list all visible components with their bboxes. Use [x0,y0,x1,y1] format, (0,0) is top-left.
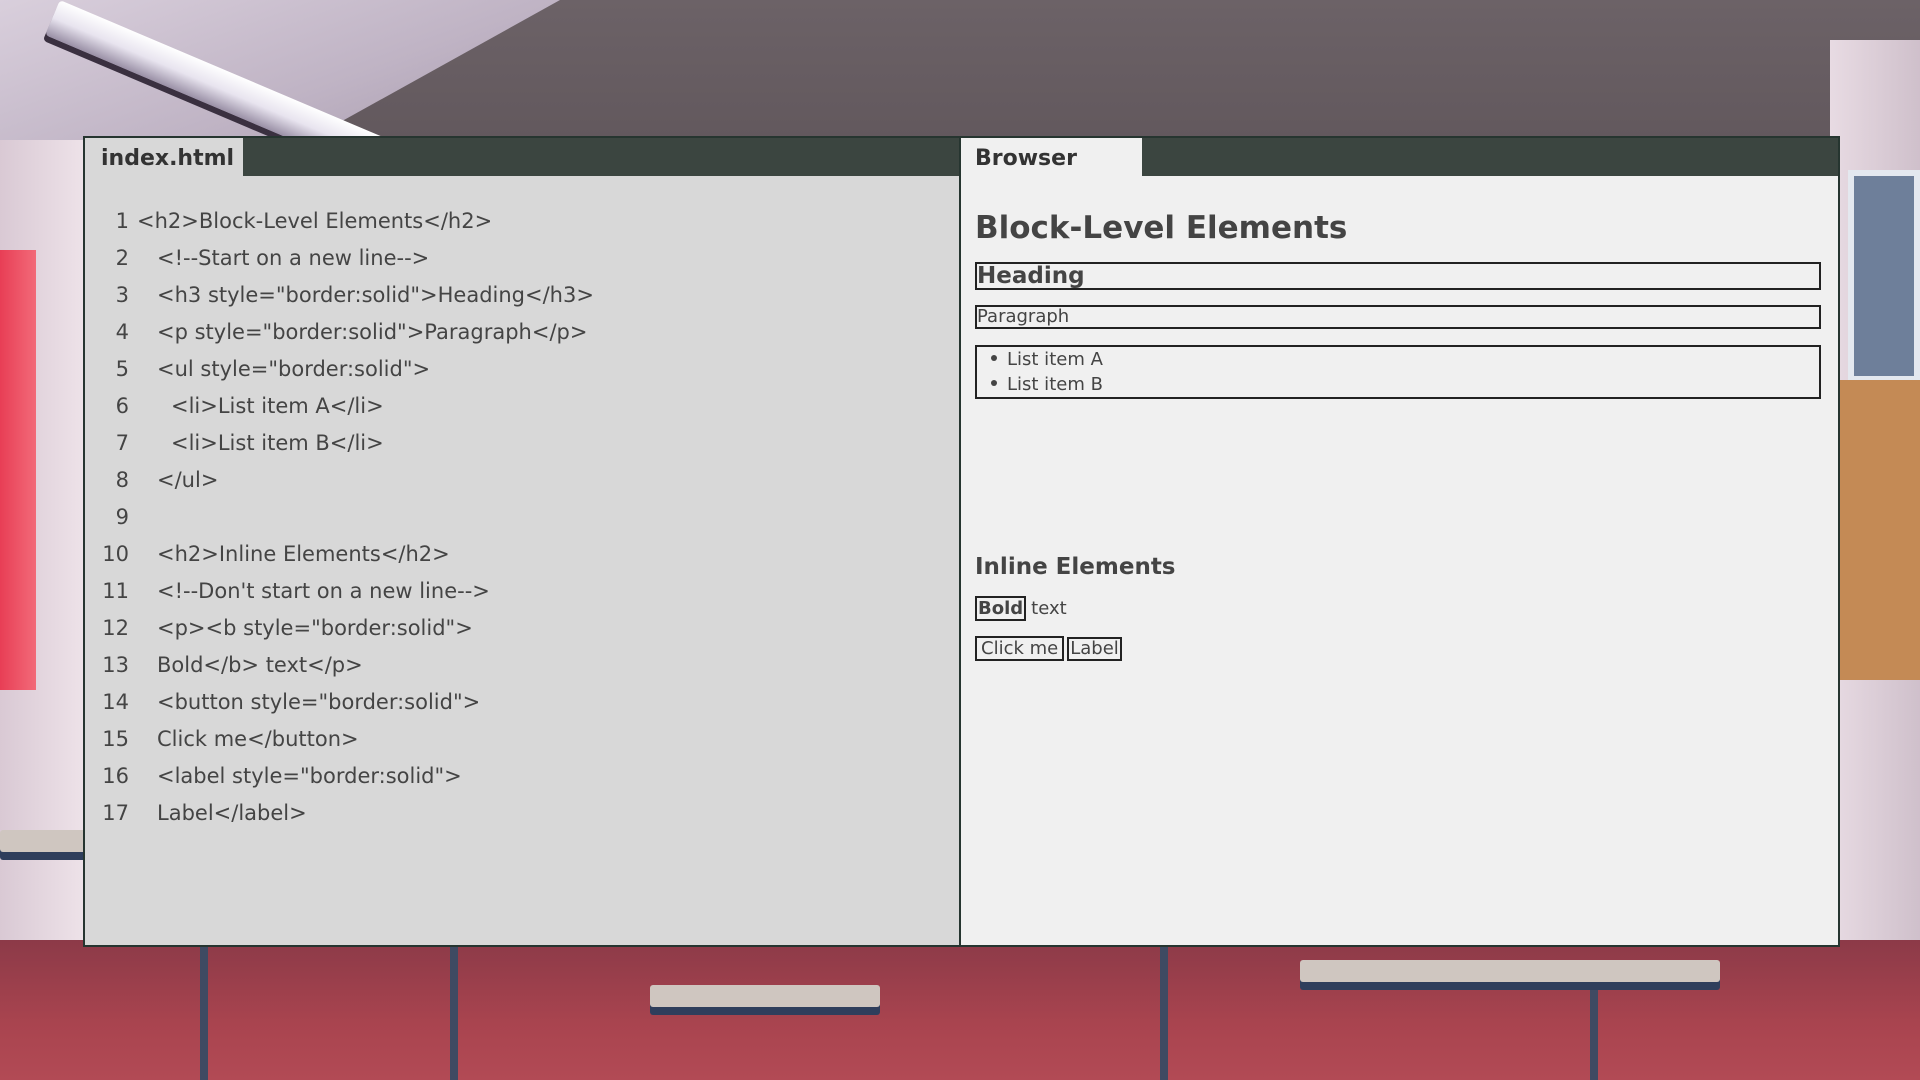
line-number: 13 [102,652,129,677]
line-number: 17 [102,800,129,825]
line-number: 8 [115,467,129,492]
code-line: 12 <p><b style="border:solid"> [85,609,959,646]
line-number: 2 [115,245,129,270]
preview-paragraph: Paragraph [975,305,1821,329]
code-line: 7 <li>List item B</li> [85,424,959,461]
preview-bold: Bold [975,596,1027,621]
code-text: Bold</b> text</p> [157,652,363,677]
line-number: 7 [115,430,129,455]
code-text: <p><b style="border:solid"> [157,615,473,640]
desk-leg [200,943,208,1080]
code-text: <ul style="border:solid"> [157,356,431,381]
preview-inline-paragraph: Bold text [975,596,1067,621]
list-item: List item A [977,347,1819,372]
line-number: 16 [102,763,129,788]
line-number: 15 [102,726,129,751]
code-text: <!--Start on a new line--> [157,245,430,270]
preview-label: Label [1067,636,1122,661]
code-line: 3 <h3 style="border:solid">Heading</h3> [85,276,959,313]
code-text: <li>List item A</li> [171,393,384,418]
code-text: <!--Don't start on a new line--> [157,578,490,603]
bullet-icon [991,380,997,386]
tab-browser[interactable]: Browser [961,138,1142,178]
code-line: 2 <!--Start on a new line--> [85,239,959,276]
code-line: 15 Click me</button> [85,720,959,757]
code-line: 8 </ul> [85,461,959,498]
tab-label: Browser [975,145,1077,171]
preview-heading-block: Block-Level Elements [975,210,1348,246]
list-item: List item B [977,372,1819,397]
list-item-text: List item A [1007,349,1103,370]
browser-pane: Browser Block-Level Elements Heading Par… [961,138,1838,945]
preview-heading-h3: Heading [975,262,1821,290]
code-area[interactable]: 1 <h2>Block-Level Elements</h2> 2 <!--Star… [85,202,959,831]
bulletin-board [1840,380,1920,680]
code-line: 11 <!--Don't start on a new line--> [85,572,959,609]
code-line: 14 <button style="border:solid"> [85,683,959,720]
code-line: 5 <ul style="border:solid"> [85,350,959,387]
code-line: 4 <p style="border:solid">Paragraph</p> [85,313,959,350]
list-item-text: List item B [1007,374,1103,395]
code-line: 6 <li>List item A</li> [85,387,959,424]
bullet-icon [991,355,997,361]
line-number: 12 [102,615,129,640]
code-text: <h2>Block-Level Elements</h2> [137,208,493,233]
code-line: 10 <h2>Inline Elements</h2> [85,535,959,572]
preview-text: text [1031,598,1067,619]
line-number: 11 [102,578,129,603]
desk [1300,960,1720,982]
desk-leg [1160,943,1168,1080]
code-text: Click me</button> [157,726,359,751]
code-text: <h2>Inline Elements</h2> [157,541,450,566]
code-text: <button style="border:solid"> [157,689,481,714]
line-number: 3 [115,282,129,307]
line-number: 14 [102,689,129,714]
code-editor-pane: index.html 1 <h2>Block-Level Elements</h2… [85,138,961,945]
line-number: 6 [115,393,129,418]
line-number: 5 [115,356,129,381]
preview-inline-row: Click me Label [975,636,1122,661]
code-line: 1 <h2>Block-Level Elements</h2> [85,202,959,239]
line-number: 9 [115,504,129,529]
code-text: <h3 style="border:solid">Heading</h3> [157,282,594,307]
line-number: 10 [102,541,129,566]
line-number: 4 [115,319,129,344]
browser-tab-bar: Browser [961,138,1838,178]
tab-index-html[interactable]: index.html [85,138,243,178]
code-text: Label</label> [157,800,307,825]
code-line: 16 <label style="border:solid"> [85,757,959,794]
desk [0,830,90,852]
code-line: 9 [85,498,959,535]
red-curtain [0,250,36,690]
code-text: <p style="border:solid">Paragraph</p> [157,319,588,344]
code-line: 17 Label</label> [85,794,959,831]
preview-heading-inline: Inline Elements [975,554,1176,580]
tab-label: index.html [101,145,235,171]
desk-leg [450,943,458,1080]
classroom-window [1848,170,1920,382]
desk [650,985,880,1007]
preview-list: List item A List item B [975,345,1821,399]
code-tab-bar: index.html [85,138,959,178]
code-text: <li>List item B</li> [171,430,384,455]
code-text: </ul> [157,467,219,492]
code-text: <label style="border:solid"> [157,763,462,788]
click-me-button[interactable]: Click me [975,636,1065,661]
desk-leg [1590,990,1598,1080]
line-number: 1 [115,208,129,233]
code-line: 13 Bold</b> text</p> [85,646,959,683]
editor-window: index.html 1 <h2>Block-Level Elements</h2… [83,136,1840,947]
